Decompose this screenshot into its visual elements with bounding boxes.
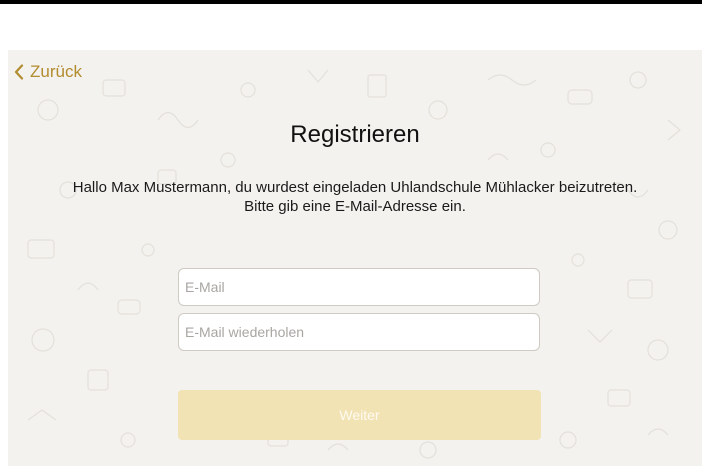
greeting-text: Hallo xyxy=(72,179,112,196)
back-button[interactable]: Zurück xyxy=(14,62,82,82)
invitation-line: Hallo Max Mustermann, du wurdest eingela… xyxy=(8,178,702,197)
continue-button[interactable]: Weiter xyxy=(178,390,541,440)
top-border xyxy=(0,0,702,4)
join-text: beizutreten. xyxy=(554,179,638,196)
registration-screen: Zurück Registrieren Hallo Max Mustermann… xyxy=(8,50,702,466)
chevron-left-icon xyxy=(14,64,24,80)
email-repeat-field[interactable] xyxy=(178,313,540,351)
user-name: Max Mustermann xyxy=(111,179,227,196)
school-name: Uhlandschule Mühlacker xyxy=(390,179,555,196)
email-field[interactable] xyxy=(178,268,540,306)
email-prompt: Bitte gib eine E-Mail-Adresse ein. xyxy=(244,198,466,215)
page-title: Registrieren xyxy=(290,121,420,148)
app-frame: Zurück Registrieren Hallo Max Mustermann… xyxy=(0,0,702,466)
registration-description: Hallo Max Mustermann, du wurdest eingela… xyxy=(8,178,702,216)
invited-text: , du wurdest eingeladen xyxy=(226,179,391,196)
back-label: Zurück xyxy=(30,62,82,81)
